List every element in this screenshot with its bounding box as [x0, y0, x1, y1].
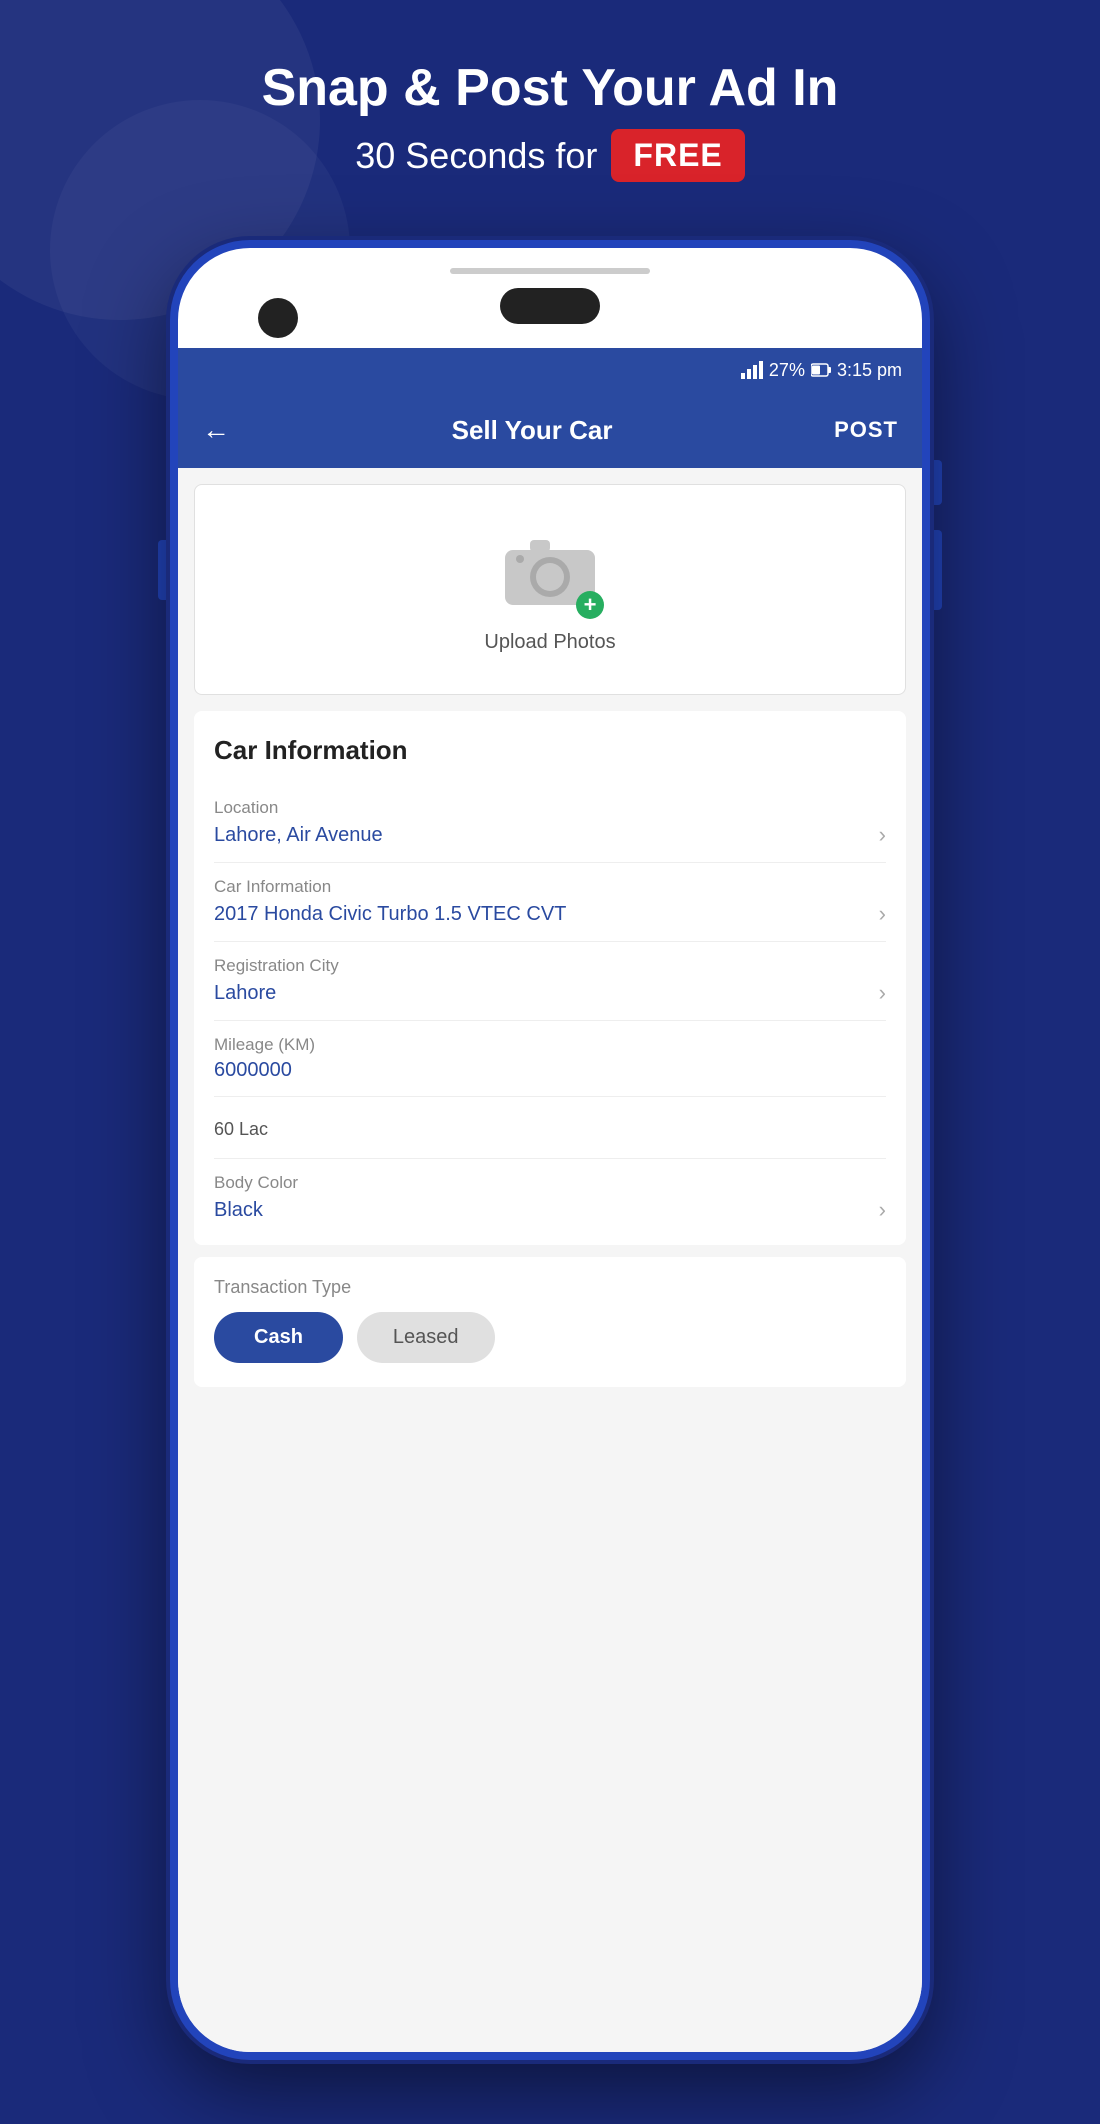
car-info-value: 2017 Honda Civic Turbo 1.5 VTEC CVT	[214, 903, 566, 926]
post-button[interactable]: POST	[834, 417, 898, 443]
location-label: Location	[214, 798, 886, 818]
free-badge: FREE	[611, 129, 744, 182]
battery-text: 27%	[769, 360, 805, 381]
app-bar: ← Sell Your Car POST	[178, 392, 922, 468]
body-color-value-row: Black ›	[214, 1197, 886, 1223]
car-info-value-row: 2017 Honda Civic Turbo 1.5 VTEC CVT ›	[214, 901, 886, 927]
transaction-section: Transaction Type Cash Leased	[194, 1257, 906, 1387]
phone-pill	[500, 288, 600, 324]
location-chevron-icon: ›	[879, 822, 886, 848]
phone-camera-icon	[258, 298, 298, 338]
body-color-label: Body Color	[214, 1173, 886, 1193]
header-subtitle: 30 Seconds for FREE	[0, 129, 1100, 182]
transaction-type-label: Transaction Type	[214, 1277, 886, 1298]
status-icons: 27% 3:15 pm	[741, 360, 902, 381]
car-info-label: Car Information	[214, 877, 886, 897]
reg-city-value-row: Lahore ›	[214, 980, 886, 1006]
reg-city-value: Lahore	[214, 982, 276, 1005]
price-value: 60 Lac	[214, 1111, 886, 1144]
body-color-row[interactable]: Body Color Black ›	[214, 1159, 886, 1237]
camera-icon-wrapper: +	[500, 525, 600, 615]
signal-icon	[741, 361, 763, 379]
cash-button[interactable]: Cash	[214, 1312, 343, 1363]
mileage-value: 6000000	[214, 1059, 292, 1082]
content-area: + Upload Photos Car Information Location…	[178, 468, 922, 2052]
body-color-chevron-icon: ›	[879, 1197, 886, 1223]
subtitle-text: 30 Seconds for	[355, 135, 597, 177]
location-row[interactable]: Location Lahore, Air Avenue ›	[214, 784, 886, 863]
app-bar-title: Sell Your Car	[250, 415, 814, 446]
status-bar: 27% 3:15 pm	[178, 348, 922, 392]
reg-city-chevron-icon: ›	[879, 980, 886, 1006]
car-info-row[interactable]: Car Information 2017 Honda Civic Turbo 1…	[214, 863, 886, 942]
battery-icon	[811, 363, 831, 377]
header-title: Snap & Post Your Ad In	[0, 60, 1100, 117]
reg-city-row[interactable]: Registration City Lahore ›	[214, 942, 886, 1021]
phone-outer: 27% 3:15 pm ← Sell Your Car POST	[170, 240, 930, 2060]
section-title: Car Information	[214, 735, 886, 766]
side-btn-left	[158, 540, 168, 600]
phone-wrapper: 27% 3:15 pm ← Sell Your Car POST	[170, 240, 930, 2060]
price-row: 60 Lac	[214, 1097, 886, 1159]
car-info-chevron-icon: ›	[879, 901, 886, 927]
body-color-value: Black	[214, 1199, 263, 1222]
leased-button[interactable]: Leased	[357, 1312, 495, 1363]
header-section: Snap & Post Your Ad In 30 Seconds for FR…	[0, 60, 1100, 182]
transaction-buttons: Cash Leased	[214, 1312, 886, 1363]
back-button[interactable]: ←	[202, 414, 230, 446]
phone-top-bar	[450, 268, 650, 274]
side-btn-right-bottom	[932, 530, 942, 610]
mileage-label: Mileage (KM)	[214, 1035, 886, 1055]
upload-photos-label: Upload Photos	[484, 631, 615, 654]
location-value-row: Lahore, Air Avenue ›	[214, 822, 886, 848]
car-info-section: Car Information Location Lahore, Air Ave…	[194, 711, 906, 1245]
mileage-value-row: 6000000	[214, 1059, 886, 1082]
time-text: 3:15 pm	[837, 360, 902, 381]
side-btn-right-top	[932, 460, 942, 505]
upload-section[interactable]: + Upload Photos	[194, 484, 906, 695]
plus-badge: +	[576, 591, 604, 619]
location-value: Lahore, Air Avenue	[214, 824, 383, 847]
mileage-row: Mileage (KM) 6000000	[214, 1021, 886, 1097]
reg-city-label: Registration City	[214, 956, 886, 976]
